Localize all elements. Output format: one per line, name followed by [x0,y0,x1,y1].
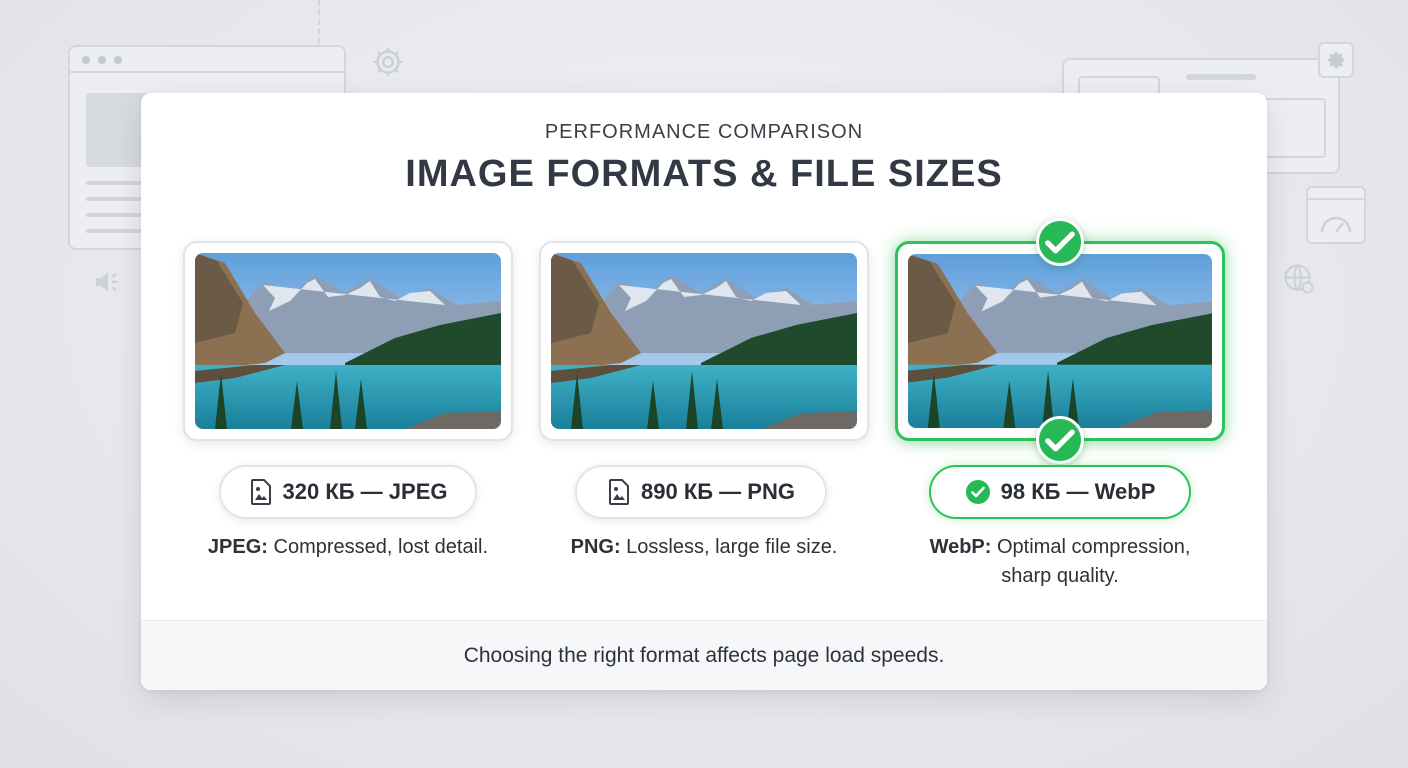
bg-speaker-icon [92,266,124,303]
photo-frame-png [539,241,869,441]
comparison-card: PERFORMANCE COMPARISON IMAGE FORMATS & F… [141,93,1267,690]
bg-globe-icon [1282,262,1316,301]
photo-frame-jpeg [183,241,513,441]
checkmark-badge-icon [1036,218,1084,266]
landscape-photo [195,253,501,429]
format-description-webp: WebP: Optimal compression, sharp quality… [929,536,1191,587]
file-size-pill-png: 890 КБ — PNG [575,465,827,519]
file-size-label: 98 КБ — WebP [1000,479,1156,504]
landscape-photo [551,253,857,429]
image-file-icon [607,479,631,505]
check-circle-icon [965,479,991,505]
format-column-webp: 98 КБ — WebP WebP: Optimal compression, … [895,218,1225,587]
format-column-png: 890 КБ — PNG PNG: Lossless, large file s… [539,241,869,558]
checkmark-badge-icon [1036,416,1084,464]
file-size-label: 890 КБ — PNG [641,479,795,504]
bg-settings-icon [1318,42,1354,78]
card-title: IMAGE FORMATS & FILE SIZES [405,153,1003,195]
file-size-label: 320 КБ — JPEG [282,479,448,504]
footer-note: Choosing the right format affects page l… [463,643,945,667]
bg-gear-icon [370,44,406,85]
format-description-png: PNG: Lossless, large file size. [570,536,838,558]
format-description-jpeg: JPEG: Compressed, lost detail. [207,536,489,558]
card-eyebrow: PERFORMANCE COMPARISON [544,121,864,143]
landscape-photo [908,254,1212,428]
file-size-pill-webp: 98 КБ — WebP [929,465,1191,519]
bg-speed-gauge-illustration [1306,186,1366,244]
photo-frame-webp [895,218,1225,464]
format-column-jpeg: 320 КБ — JPEG JPEG: Compressed, lost det… [183,241,513,558]
card-footer: Choosing the right format affects page l… [141,620,1267,690]
image-file-icon [249,479,273,505]
file-size-pill-jpeg: 320 КБ — JPEG [219,465,477,519]
